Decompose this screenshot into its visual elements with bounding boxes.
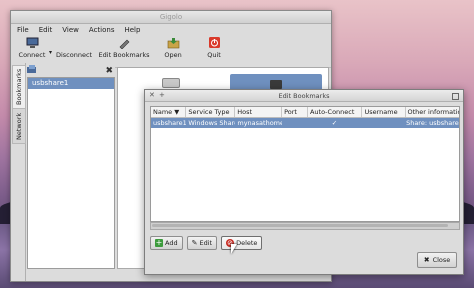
menu-edit[interactable]: Edit bbox=[39, 26, 53, 34]
close-button[interactable]: ✖ Close bbox=[417, 252, 457, 268]
connect-label: Connect bbox=[18, 51, 46, 59]
cell-port bbox=[282, 118, 308, 128]
folder-icon bbox=[270, 80, 282, 89]
plus-icon[interactable]: + bbox=[159, 91, 165, 99]
bookmark-list: usbshare1 bbox=[27, 77, 115, 269]
menu-bar: File Edit View Actions Help bbox=[11, 24, 331, 35]
tab-network[interactable]: Network bbox=[12, 108, 26, 144]
col-name[interactable]: Name ▼ bbox=[151, 107, 187, 117]
delete-label: Delete bbox=[236, 239, 258, 247]
quit-label: Quit bbox=[207, 51, 221, 59]
sort-arrow-icon: ▼ bbox=[174, 108, 180, 116]
edit-bookmarks-label: Edit Bookmarks bbox=[98, 51, 150, 59]
bookmark-icon[interactable] bbox=[27, 65, 37, 76]
col-service-type[interactable]: Service Type bbox=[186, 107, 236, 117]
cell-service-type: Windows Share bbox=[188, 119, 236, 127]
add-label: Add bbox=[165, 239, 178, 247]
horizontal-scrollbar[interactable] bbox=[150, 222, 460, 230]
close-icon: ✖ bbox=[423, 256, 430, 264]
open-label: Open bbox=[164, 51, 182, 59]
list-item[interactable]: usbshare1 bbox=[28, 78, 114, 89]
dialog-title-bar: ✕ + Edit Bookmarks bbox=[145, 90, 463, 102]
menu-view[interactable]: View bbox=[62, 26, 79, 34]
table-header: Name ▼ Service Type Host Port Auto-Conne… bbox=[151, 107, 459, 118]
close-icon[interactable]: ✖ bbox=[105, 66, 113, 76]
cell-username bbox=[361, 118, 404, 128]
col-host[interactable]: Host bbox=[235, 107, 283, 117]
menu-actions[interactable]: Actions bbox=[89, 26, 115, 34]
cell-name: usbshare1 bbox=[153, 119, 187, 127]
delete-button[interactable]: ⊘ Delete bbox=[221, 236, 263, 250]
connect-button[interactable]: Connect bbox=[15, 37, 49, 59]
open-button[interactable]: Open bbox=[152, 37, 194, 59]
close-label: Close bbox=[432, 256, 451, 264]
add-button[interactable]: + Add bbox=[150, 236, 183, 250]
edit-bookmarks-dialog: ✕ + Edit Bookmarks Name ▼ Service Type H… bbox=[144, 89, 464, 275]
col-port[interactable]: Port bbox=[282, 107, 308, 117]
col-auto-connect[interactable]: Auto-Connect bbox=[308, 107, 363, 117]
pencil-icon bbox=[118, 37, 131, 50]
tab-bookmarks[interactable]: Bookmarks bbox=[12, 65, 26, 109]
sidebar-tabs: Bookmarks Network bbox=[11, 63, 26, 281]
close-icon[interactable]: ✕ bbox=[149, 91, 155, 99]
sidebar: Bookmarks Network ✖ usbshare1 bbox=[11, 63, 115, 281]
disconnect-label: Disconnect bbox=[55, 51, 93, 59]
add-icon: + bbox=[155, 238, 163, 247]
mouse-cursor-icon bbox=[231, 244, 237, 254]
window-title: Gigolo bbox=[159, 13, 183, 21]
title-bar: Gigolo bbox=[11, 11, 331, 24]
scrollbar-thumb[interactable] bbox=[152, 224, 448, 227]
computer-icon bbox=[26, 37, 39, 49]
edit-button[interactable]: ✎ Edit bbox=[186, 236, 218, 250]
drive-icon[interactable] bbox=[162, 78, 180, 88]
open-folder-icon bbox=[167, 37, 180, 49]
table-row[interactable]: usbshare1 Windows Share mynasathome ✓ Sh… bbox=[151, 118, 459, 128]
pencil-icon: ✎ bbox=[191, 239, 198, 247]
auto-connect-checkbox[interactable]: ✓ bbox=[308, 118, 361, 128]
dialog-actions: + Add ✎ Edit ⊘ Delete bbox=[150, 236, 263, 250]
col-username[interactable]: Username bbox=[362, 107, 406, 117]
cell-other-information: Share: usbshare1 bbox=[406, 119, 459, 127]
disconnect-button[interactable]: Disconnect bbox=[52, 37, 96, 59]
edit-bookmarks-button[interactable]: Edit Bookmarks bbox=[96, 37, 152, 59]
col-other-information[interactable]: Other information bbox=[406, 107, 460, 117]
maximize-icon[interactable] bbox=[452, 93, 459, 100]
menu-file[interactable]: File bbox=[17, 26, 29, 34]
cell-host: mynasathome bbox=[237, 119, 283, 127]
bookmarks-table: Name ▼ Service Type Host Port Auto-Conne… bbox=[150, 106, 460, 222]
quit-button[interactable]: Quit bbox=[194, 37, 234, 59]
power-icon bbox=[208, 37, 221, 49]
sidebar-header: ✖ bbox=[27, 65, 113, 76]
menu-help[interactable]: Help bbox=[124, 26, 140, 34]
edit-label: Edit bbox=[199, 239, 213, 247]
dialog-title: Edit Bookmarks bbox=[278, 91, 330, 100]
